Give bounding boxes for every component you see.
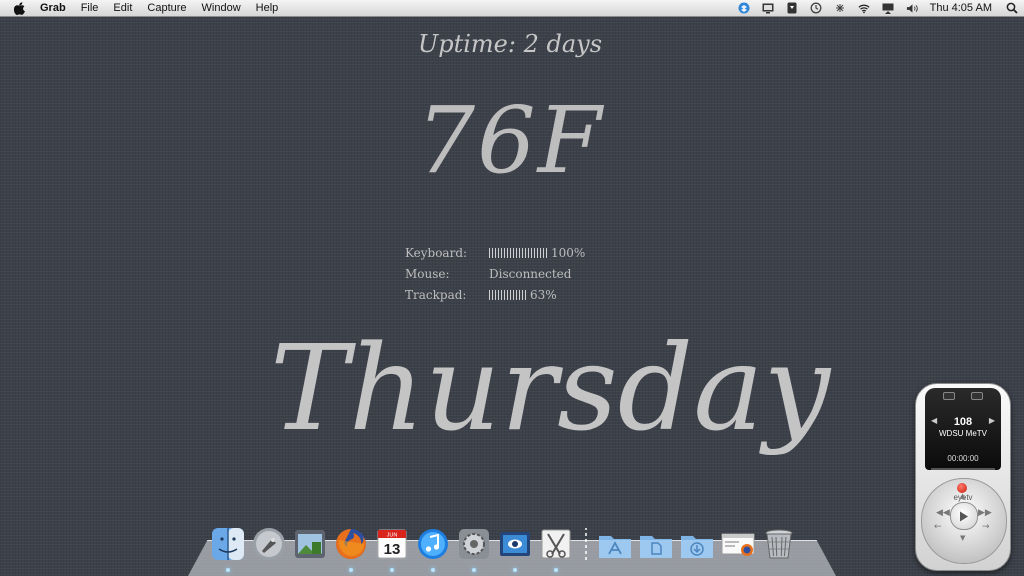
running-indicator [513, 568, 517, 572]
skip-forward-icon[interactable]: → [982, 522, 990, 532]
channel-name: WDSU MeTV [939, 429, 987, 438]
fast-forward-icon[interactable]: ▶▶ [978, 508, 992, 518]
playback-progress[interactable] [931, 468, 995, 470]
play-button[interactable] [950, 502, 978, 530]
menubar-clock[interactable]: Thu 4:05 AM [930, 2, 992, 14]
calendar-day: 13 [384, 541, 401, 558]
skip-back-icon[interactable]: ← [934, 522, 942, 532]
battery-level-bar [489, 247, 547, 258]
bluetooth-icon[interactable] [834, 2, 846, 14]
menu-file[interactable]: File [81, 0, 99, 16]
menu-capture[interactable]: Capture [147, 0, 186, 16]
preview-icon[interactable] [292, 526, 328, 562]
running-indicator [431, 568, 435, 572]
spotlight-search-icon[interactable] [1006, 2, 1018, 14]
battery-level-bar [489, 289, 526, 300]
running-indicator [390, 568, 394, 572]
dock-separator [585, 528, 587, 560]
web-page-document-icon[interactable] [720, 526, 756, 562]
dropbox-icon[interactable] [738, 2, 750, 14]
system-preferences-icon[interactable] [456, 526, 492, 572]
itunes-icon[interactable] [415, 526, 451, 572]
menu-window[interactable]: Window [202, 0, 241, 16]
calendar-icon[interactable]: JUN 13 [374, 526, 410, 572]
battery-row-trackpad: Trackpad: 63% [405, 284, 585, 305]
battery-label: Trackpad: [405, 287, 467, 302]
volume-up-icon[interactable]: ▲ [960, 492, 965, 500]
volume-icon[interactable] [906, 2, 918, 14]
launchpad-icon[interactable] [251, 526, 287, 562]
eyetv-screen: ◀ ▶ 108 WDSU MeTV 00:00:00 [925, 388, 1001, 470]
eyetv-status-icon[interactable] [786, 2, 798, 14]
documents-folder-icon[interactable] [638, 526, 674, 562]
battery-row-mouse: Mouse: Disconnected [405, 263, 585, 284]
play-icon [960, 511, 968, 521]
photo-icon[interactable] [497, 526, 533, 572]
screen-sharing-icon[interactable] [762, 2, 774, 14]
battery-value: 100% [551, 245, 586, 260]
running-indicator [472, 568, 476, 572]
apple-menu-icon[interactable] [13, 1, 27, 15]
app-menu-grab[interactable]: Grab [40, 0, 66, 16]
rewind-icon[interactable]: ◀◀ [936, 508, 950, 518]
menu-help[interactable]: Help [256, 0, 279, 16]
battery-status-widget: Keyboard: 100% Mouse: Disconnected Track… [405, 242, 585, 305]
battery-label: Keyboard: [405, 245, 468, 260]
eyetv-window-button[interactable] [971, 392, 983, 400]
eyetv-remote-widget: ◀ ▶ 108 WDSU MeTV 00:00:00 eyetv ◀◀ ▶▶ ▲… [915, 383, 1011, 571]
finder-icon[interactable] [210, 526, 246, 572]
volume-down-icon[interactable]: ▼ [960, 534, 965, 542]
uptime-label: Uptime: 2 days [417, 30, 603, 58]
status-menus: Thu 4:05 AM [732, 0, 1024, 16]
dock: JUN 13 [210, 522, 802, 572]
time-machine-icon[interactable] [810, 2, 822, 14]
running-indicator [554, 568, 558, 572]
grab-icon[interactable] [538, 526, 574, 572]
wifi-icon[interactable] [858, 2, 870, 14]
running-indicator [349, 568, 353, 572]
calendar-month: JUN [387, 533, 398, 539]
playback-time: 00:00:00 [947, 454, 979, 463]
running-indicator [226, 568, 230, 572]
airplay-display-icon[interactable] [882, 2, 894, 14]
temperature-label: 76F [416, 87, 604, 194]
menu-edit[interactable]: Edit [113, 0, 132, 16]
channel-number: 108 [953, 416, 973, 428]
firefox-icon[interactable] [333, 526, 369, 572]
weekday-label: Thursday [270, 319, 831, 457]
battery-label: Mouse: [405, 266, 450, 281]
battery-value: 63% [530, 287, 557, 302]
menu-bar: Grab File Edit Capture Window Help Thu 4… [0, 0, 1024, 17]
battery-value: Disconnected [489, 266, 572, 281]
eyetv-window-button[interactable] [943, 392, 955, 400]
trash-icon[interactable] [761, 526, 797, 562]
downloads-folder-icon[interactable] [679, 526, 715, 562]
battery-row-keyboard: Keyboard: 100% [405, 242, 585, 263]
applications-folder-icon[interactable] [597, 526, 633, 562]
